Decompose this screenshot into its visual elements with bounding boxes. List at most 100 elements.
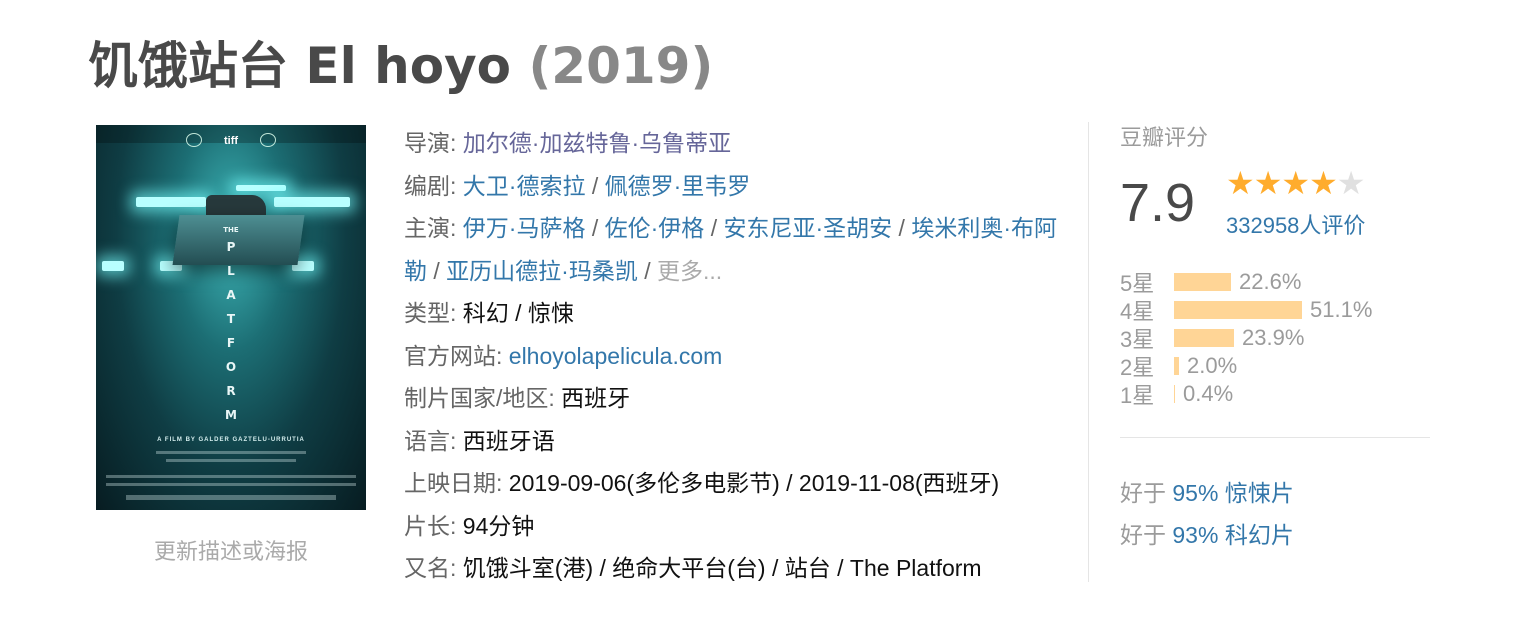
rating-bar	[1174, 301, 1302, 319]
page-title: 饥饿站台 El hoyo (2019)	[88, 26, 713, 98]
rating-bar-row: 5星 22.6%	[1120, 268, 1372, 296]
star-icon: ★	[1253, 165, 1283, 201]
rating-bar	[1174, 273, 1231, 291]
info-release-date: 上映日期: 2019-09-06(多伦多电影节) / 2019-11-08(西班…	[404, 462, 1064, 505]
title-chinese: 饥饿站台	[88, 37, 288, 95]
star-icon: ★	[1281, 165, 1310, 201]
info-label: 语言:	[404, 427, 457, 454]
rating-bar-percent: 51.1%	[1310, 297, 1373, 322]
poster-title-letter: T	[226, 312, 236, 326]
poster-sponsor-logos	[126, 495, 336, 500]
info-language: 语言: 西班牙语	[404, 420, 1064, 463]
poster-light	[274, 197, 350, 207]
separator: /	[591, 172, 599, 199]
poster-credit: A FILM BY GALDER GAZTELU-URRUTIA	[157, 437, 305, 443]
better-than-row: 好于 93% 科幻片	[1120, 516, 1294, 550]
rating-distribution: 5星 22.6% 4星 51.1% 3星 23.9% 2星 2.0% 1星 0.…	[1120, 268, 1372, 408]
poster-title-letter: M	[225, 408, 237, 422]
votes-link[interactable]: 332958人评价	[1226, 208, 1365, 240]
writer-link[interactable]: 佩德罗·里韦罗	[605, 173, 751, 199]
better-than-prefix: 好于	[1120, 522, 1166, 548]
info-label: 片长:	[404, 512, 457, 539]
poster-title-letter: F	[226, 336, 236, 350]
better-than-link[interactable]: 95% 惊悚片	[1172, 480, 1293, 506]
info-country: 制片国家/地区: 西班牙	[404, 377, 1064, 420]
poster-title-the: THE	[223, 226, 239, 234]
rating-divider	[1120, 437, 1430, 438]
title-original: El hoyo	[305, 37, 512, 95]
writer-link[interactable]: 大卫·德索拉	[463, 173, 586, 199]
info-label: 又名:	[404, 555, 457, 581]
rating-panel: 豆瓣评分 7.9 ★★★★★ 332958人评价 5星 22.6% 4星 51.…	[1120, 120, 1430, 548]
info-label: 类型:	[404, 300, 457, 326]
rating-label: 豆瓣评分	[1120, 125, 1209, 150]
info-aka: 又名: 饥饿斗室(港) / 绝命大平台(台) / 站台 / The Platfo…	[404, 547, 1064, 590]
director-link[interactable]: 加尔德·加兹特鲁·乌鲁蒂亚	[463, 130, 731, 156]
rating-bar	[1174, 357, 1179, 375]
info-label: 主演:	[404, 215, 457, 241]
rating-bar-row: 2星 2.0%	[1120, 352, 1372, 380]
rating-bar-row: 4星 51.1%	[1120, 296, 1372, 324]
better-than-link[interactable]: 93% 科幻片	[1172, 522, 1293, 548]
movie-poster[interactable]: tiff THE P L A T F O R M A FILM BY GALDE…	[96, 125, 366, 510]
genre-value: 科幻 / 惊悚	[462, 300, 574, 326]
poster-light	[136, 197, 206, 207]
language-value: 西班牙语	[462, 427, 555, 454]
rating-bar-row: 1星 0.4%	[1120, 380, 1372, 408]
info-website: 官方网站: elhoyolapelicula.com	[404, 335, 1064, 378]
separator: /	[644, 257, 651, 284]
poster-platform-food	[206, 195, 266, 217]
info-label: 导演:	[404, 130, 457, 156]
info-label: 编剧:	[404, 172, 457, 199]
vertical-divider	[1088, 122, 1089, 582]
release-value: 2019-09-06(多伦多电影节) / 2019-11-08(西班牙)	[508, 470, 1000, 496]
actor-link[interactable]: 亚历山德拉·玛桑凯	[446, 258, 638, 284]
update-poster-link[interactable]: 更新描述或海报	[96, 534, 366, 566]
info-writer: 编剧: 大卫·德索拉 / 佩德罗·里韦罗	[404, 165, 1064, 208]
better-than-prefix: 好于	[1120, 480, 1166, 506]
poster-light	[102, 261, 124, 271]
info-runtime: 片长: 94分钟	[404, 505, 1064, 548]
aka-value: 饥饿斗室(港) / 绝命大平台(台) / 站台 / The Platform	[462, 555, 982, 581]
info-label: 上映日期:	[404, 470, 503, 496]
star-icon: ★	[1309, 165, 1338, 201]
rating-bar	[1174, 329, 1234, 347]
poster-title-letter: P	[226, 240, 236, 254]
poster-tiff-logo: tiff	[224, 135, 239, 147]
country-value: 西班牙	[561, 385, 631, 411]
poster-cast-line	[156, 451, 306, 454]
poster-title: THE P L A T F O R M	[221, 225, 241, 427]
info-label: 制片国家/地区:	[404, 385, 555, 411]
star-icon: ★	[1336, 165, 1366, 201]
poster-fineprint	[106, 483, 356, 486]
poster-title-letter: R	[226, 384, 236, 398]
poster-cast-line	[166, 459, 296, 462]
info-director: 导演: 加尔德·加兹特鲁·乌鲁蒂亚	[404, 122, 1064, 165]
rating-bar-percent: 0.4%	[1183, 381, 1234, 406]
separator: /	[591, 215, 599, 241]
rating-score: 7.9	[1120, 173, 1196, 233]
info-cast: 主演: 伊万·马萨格 / 佐伦·伊格 / 安东尼亚·圣胡安 / 埃米利奥·布阿勒…	[404, 207, 1064, 292]
laurel-icon	[186, 133, 202, 147]
separator: /	[710, 215, 718, 241]
actor-link[interactable]: 伊万·马萨格	[463, 215, 586, 241]
star-icon: ★	[1226, 165, 1255, 201]
title-year: (2019)	[528, 37, 714, 95]
better-than-row: 好于 95% 惊悚片	[1120, 474, 1294, 508]
more-cast-link[interactable]: 更多...	[657, 258, 722, 284]
separator: /	[898, 215, 905, 241]
poster-light	[236, 185, 286, 191]
poster-title-letter: L	[227, 264, 235, 278]
info-label: 官方网站:	[404, 342, 503, 369]
actor-link[interactable]: 安东尼亚·圣胡安	[723, 215, 892, 241]
rating-bar-star: 1星	[1120, 383, 1155, 408]
laurel-icon	[260, 133, 276, 147]
rating-bar-percent: 2.0%	[1187, 353, 1238, 378]
rating-bar-percent: 23.9%	[1242, 325, 1305, 350]
website-link[interactable]: elhoyolapelicula.com	[509, 343, 723, 369]
separator: /	[433, 257, 440, 284]
rating-bar-row: 3星 23.9%	[1120, 324, 1372, 352]
actor-link[interactable]: 佐伦·伊格	[605, 215, 705, 241]
poster-title-letter: A	[226, 288, 236, 302]
rating-bar-percent: 22.6%	[1239, 269, 1302, 294]
